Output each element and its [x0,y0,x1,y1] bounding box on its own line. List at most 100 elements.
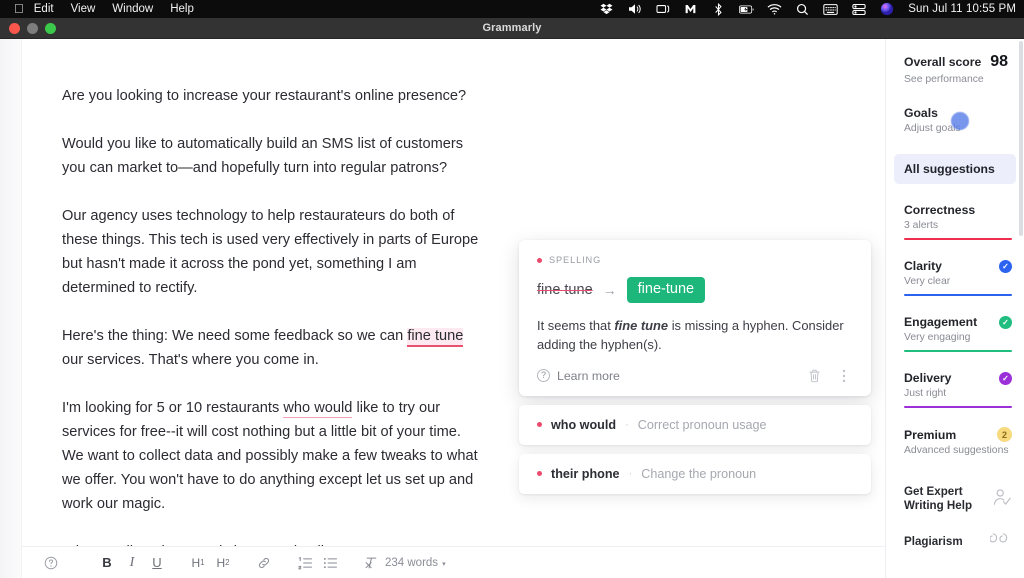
numbered-list-icon[interactable] [294,552,316,574]
overall-score-label: Overall score [904,55,981,69]
editor-toolbar: B I U H1 H2 234 words ▾ [22,546,885,578]
quotes-icon [990,530,1012,553]
screen-mirroring-icon[interactable] [655,2,670,16]
menu-item-view[interactable]: View [71,3,96,15]
keyboard-icon[interactable] [823,2,838,16]
metric-sub: Very clear [904,276,1012,287]
metric-header: Correctness [904,203,1012,217]
bluetooth-icon[interactable] [711,2,726,16]
inline-error-who-would[interactable]: who would [283,400,352,418]
left-gutter [0,39,22,578]
suggestion-mini-card[interactable]: who would · Correct pronoun usage [519,405,871,445]
dropbox-icon[interactable] [599,2,614,16]
menu-bar-clock[interactable]: Sun Jul 11 10:55 PM [908,3,1016,15]
heading-2-button[interactable]: H2 [212,552,234,574]
sidebar-scrollbar[interactable] [1019,41,1023,236]
menu-item-window[interactable]: Window [112,3,153,15]
link-icon[interactable] [253,552,275,574]
kebab-menu-icon[interactable] [835,367,853,385]
check-circle-icon: ✓ [999,372,1012,385]
h2-letter: H [216,556,225,570]
clear-formatting-icon[interactable] [360,552,382,574]
metric-name: Delivery [904,371,999,385]
window-title: Grammarly [0,22,1024,34]
bold-button[interactable]: B [96,552,118,574]
italic-button[interactable]: I [121,552,143,574]
macos-menu-bar:  Grammarly Edit View Window Help [0,0,1024,18]
siri-icon[interactable] [879,2,894,16]
help-icon[interactable] [40,552,62,574]
metric-sub: Just right [904,388,1012,399]
word-count[interactable]: 234 words ▾ [385,557,446,569]
backup-icon[interactable] [851,2,866,16]
volume-icon[interactable] [627,2,642,16]
metric-bar [904,294,1012,296]
metric-engagement[interactable]: Engagement ✓ Very engaging [886,315,1024,352]
underline-button[interactable]: U [146,552,168,574]
question-circle-icon: ? [537,369,550,382]
suggestion-card-header: SPELLING [537,255,853,265]
goals-section[interactable]: Goals Adjust goals [904,106,1012,134]
suggestion-card-spelling[interactable]: SPELLING fine tune → fine-tune It seems … [519,240,871,396]
metric-sub: Advanced suggestions [904,445,1012,456]
learn-more-label: Learn more [557,369,620,383]
paragraph-text: our services. That's where you come in. [62,352,319,368]
wifi-icon[interactable] [767,2,782,16]
metric-clarity[interactable]: Clarity ✓ Very clear [886,259,1024,296]
document-paragraph: Here's the thing: We need some feedback … [62,324,479,372]
paragraph-text: Would you like to automatically build an… [62,136,463,176]
metric-correctness[interactable]: Correctness 3 alerts [886,203,1024,240]
mailbird-icon[interactable] [683,2,698,16]
paragraph-text: Here's the thing: We need some feedback … [62,328,407,344]
document-paragraph: Our agency uses technology to help resta… [62,204,479,300]
metric-delivery[interactable]: Delivery ✓ Just right [886,371,1024,408]
word-count-label: 234 words [385,557,438,569]
paragraph-text: Are you looking to increase your restaur… [62,88,466,104]
get-expert-writing-help-button[interactable]: Get Expert Writing Help [904,485,1012,513]
check-circle-icon: ✓ [999,316,1012,329]
inline-error-fine-tune[interactable]: fine tune [407,328,463,347]
metric-name: Engagement [904,315,999,329]
metric-header: Clarity ✓ [904,259,1012,273]
trash-icon[interactable] [805,367,823,385]
menu-item-help[interactable]: Help [170,3,194,15]
document-paragraph: Are you looking to increase your restaur… [62,84,479,108]
explanation-highlight: fine tune [614,318,668,333]
suggestion-replacement-row: fine tune → fine-tune [537,277,853,303]
explanation-prefix: It seems that [537,318,614,333]
tab-all-suggestions[interactable]: All suggestions [894,154,1016,184]
expert-help-label: Get Expert Writing Help [904,485,992,513]
sidebar-bottom-links: Get Expert Writing Help Plagiarism [886,485,1024,570]
h2-subscript: 2 [225,558,229,567]
metric-name: Clarity [904,259,999,273]
mini-card-separator: · [629,468,633,480]
person-check-icon [992,487,1012,512]
mini-card-word: their phone [551,467,620,481]
bullet-list-icon[interactable] [319,552,341,574]
metric-premium[interactable]: Premium 2 Advanced suggestions [886,427,1024,456]
paragraph-text: I'm looking for 5 or 10 restaurants [62,400,283,416]
learn-more-link[interactable]: ? Learn more [537,369,620,383]
apple-logo-icon[interactable]:  [14,2,24,15]
suggestion-cards-overlay: SPELLING fine tune → fine-tune It seems … [519,240,871,494]
overall-score-value: 98 [990,53,1008,71]
h1-subscript: 1 [200,558,204,567]
plagiarism-button[interactable]: Plagiarism [904,530,1012,553]
overall-score-row[interactable]: Overall score 98 [904,53,1012,71]
metric-name: Correctness [904,203,1012,217]
see-performance-link[interactable]: See performance [904,74,1012,85]
battery-icon[interactable] [739,2,754,16]
heading-1-button[interactable]: H1 [187,552,209,574]
spotlight-search-icon[interactable] [795,2,810,16]
metric-sub: 3 alerts [904,220,1012,231]
paragraph-text: like to try our services for free--it wi… [62,400,478,512]
menu-item-edit[interactable]: Edit [34,3,54,15]
document-paragraph: Would you like to automatically build an… [62,132,479,180]
window-title-bar: Grammarly [0,18,1024,39]
mini-card-word: who would [551,418,616,432]
h1-letter: H [191,556,200,570]
check-circle-icon: ✓ [999,260,1012,273]
suggestion-mini-card[interactable]: their phone · Change the pronoun [519,454,871,494]
accept-replacement-button[interactable]: fine-tune [627,277,705,303]
suggestion-category-label: SPELLING [549,255,601,265]
